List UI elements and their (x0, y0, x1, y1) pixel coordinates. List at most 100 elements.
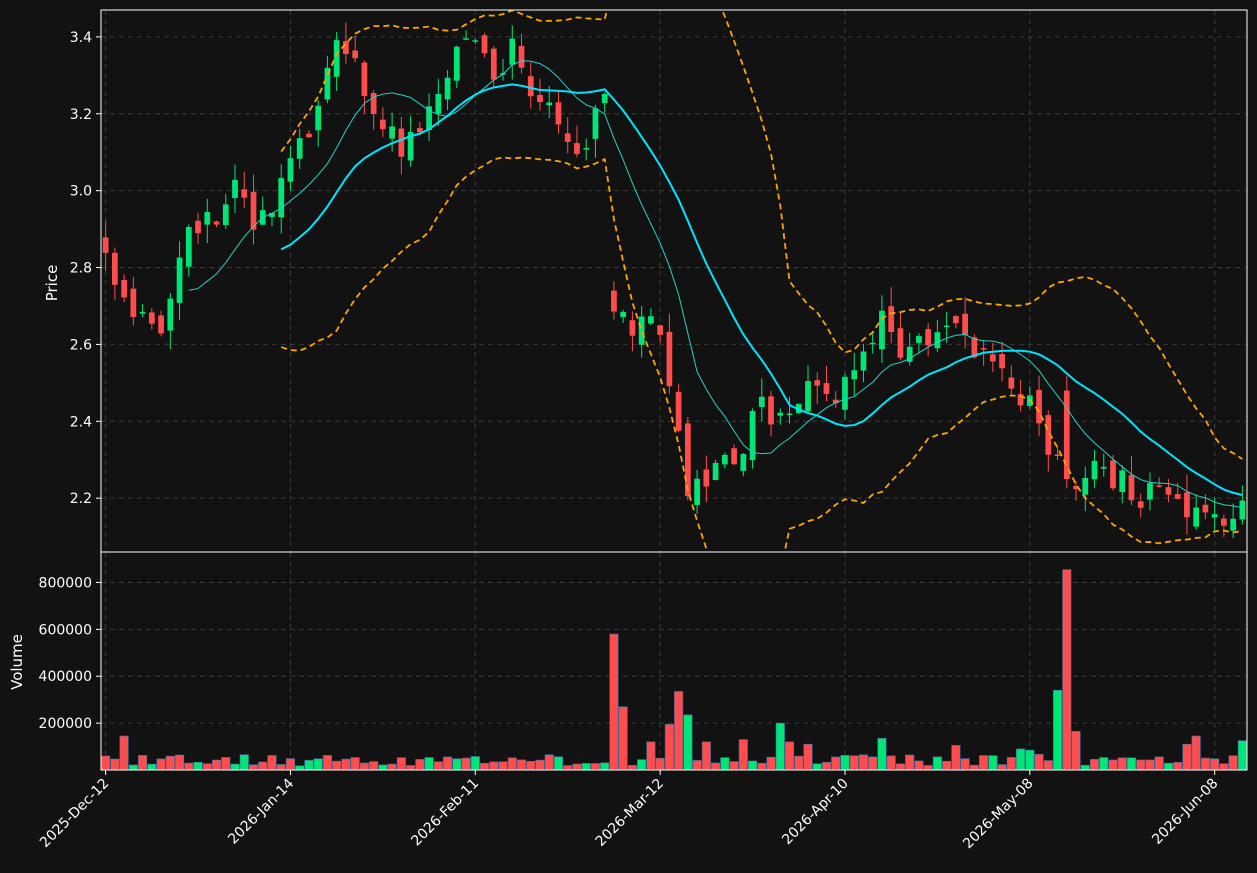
candle-body (943, 325, 950, 328)
volume-y-axis-label: Volume (8, 634, 26, 690)
volume-bar (1006, 757, 1016, 770)
volume-bar (784, 741, 795, 770)
candle-body (130, 288, 137, 318)
volume-bar (794, 755, 804, 770)
candle-body (1174, 494, 1181, 499)
volume-bar (1154, 756, 1164, 770)
candle-body (869, 342, 876, 345)
volume-bar (1136, 759, 1146, 770)
candle-body (315, 105, 322, 131)
volume-bar (119, 735, 129, 770)
volume-bar (341, 758, 351, 770)
volume-bar (720, 757, 730, 770)
candle-body (786, 413, 793, 415)
volume-bar (535, 759, 545, 770)
price-y-tick-label: 3.2 (70, 107, 92, 123)
volume-bar (156, 758, 166, 770)
volume-bar (951, 745, 961, 770)
candle-body (888, 306, 895, 333)
volume-bar (101, 755, 111, 770)
volume-bar (369, 761, 379, 770)
volume-bar (350, 757, 360, 770)
candle-body (472, 40, 479, 42)
candle-body (287, 158, 294, 182)
volume-bar (1016, 748, 1026, 770)
volume-bar (1071, 731, 1081, 770)
volume-bar (868, 756, 878, 770)
candle-body (176, 257, 183, 303)
candle-body (1054, 454, 1061, 456)
candle-body (463, 38, 469, 40)
volume-bar (516, 759, 527, 770)
volume-bar (932, 756, 942, 770)
candle-body (278, 178, 285, 218)
candle-body (731, 448, 737, 465)
candle-body (102, 237, 109, 253)
candle-body (1211, 514, 1218, 518)
candle-body (306, 133, 312, 138)
candle-body (721, 454, 728, 465)
candle-body (684, 423, 691, 497)
candle-body (860, 351, 867, 371)
candle-body (1137, 501, 1144, 508)
volume-bar (1145, 759, 1155, 770)
volume-bar (1126, 757, 1137, 770)
candle-body (380, 119, 386, 130)
volume-bar (147, 763, 157, 770)
volume-bar (433, 761, 443, 770)
candle-body (444, 77, 451, 100)
volume-bar (322, 755, 332, 770)
volume-bar (276, 764, 286, 770)
volume-bar (239, 754, 249, 770)
volume-bar (202, 763, 212, 770)
volume-bar (184, 762, 194, 770)
stock-chart: 2.2 2.4 2.6 2.8 3.0 3.2 3.4 Price 200000 400000… (0, 0, 1257, 873)
volume-bar (914, 760, 924, 770)
volume-bar (711, 762, 721, 770)
price-y-axis-label: Price (43, 265, 61, 302)
candle-body (777, 412, 784, 416)
volume-bar (452, 758, 462, 770)
volume-y-tick-label: 200000 (39, 716, 92, 732)
volume-bar (211, 759, 222, 770)
candle-body (1119, 470, 1126, 492)
volume-bar (877, 738, 887, 770)
volume-bar (1052, 690, 1063, 770)
volume-bar (1228, 755, 1238, 770)
candle-body (712, 462, 719, 481)
volume-bar (1237, 740, 1247, 770)
volume-bar (821, 761, 832, 770)
candle-body (204, 212, 211, 225)
volume-bar (359, 762, 369, 770)
candle-body (333, 40, 340, 77)
candle-body (1202, 504, 1209, 513)
price-y-tick-label: 2.2 (70, 491, 92, 507)
volume-bar (1219, 763, 1229, 770)
volume-bar (979, 755, 989, 770)
candle-body (1008, 377, 1015, 389)
candle-body (352, 50, 359, 59)
candle-body (453, 46, 460, 81)
volume-bar (498, 761, 508, 770)
volume-bar (415, 759, 425, 770)
volume-bar (766, 756, 776, 770)
candle-body (435, 94, 442, 114)
candle-body (167, 298, 174, 331)
candle-body (768, 396, 774, 425)
volume-bar (396, 757, 406, 770)
volume-bar (664, 723, 674, 770)
candle-body (361, 62, 368, 96)
volume-bar (997, 764, 1007, 770)
candle-body (1193, 507, 1200, 527)
candle-body (1147, 483, 1153, 500)
volume-bar (692, 760, 702, 770)
volume-bar (470, 756, 480, 770)
candle-body (1230, 518, 1237, 531)
volume-bar (553, 756, 564, 770)
volume-y-tick-label: 400000 (39, 669, 92, 685)
volume-bar (1191, 735, 1201, 770)
volume-bar (461, 757, 471, 770)
candle-body (1063, 390, 1070, 480)
volume-bar (378, 764, 388, 770)
price-y-tick-label: 2.6 (70, 337, 92, 353)
